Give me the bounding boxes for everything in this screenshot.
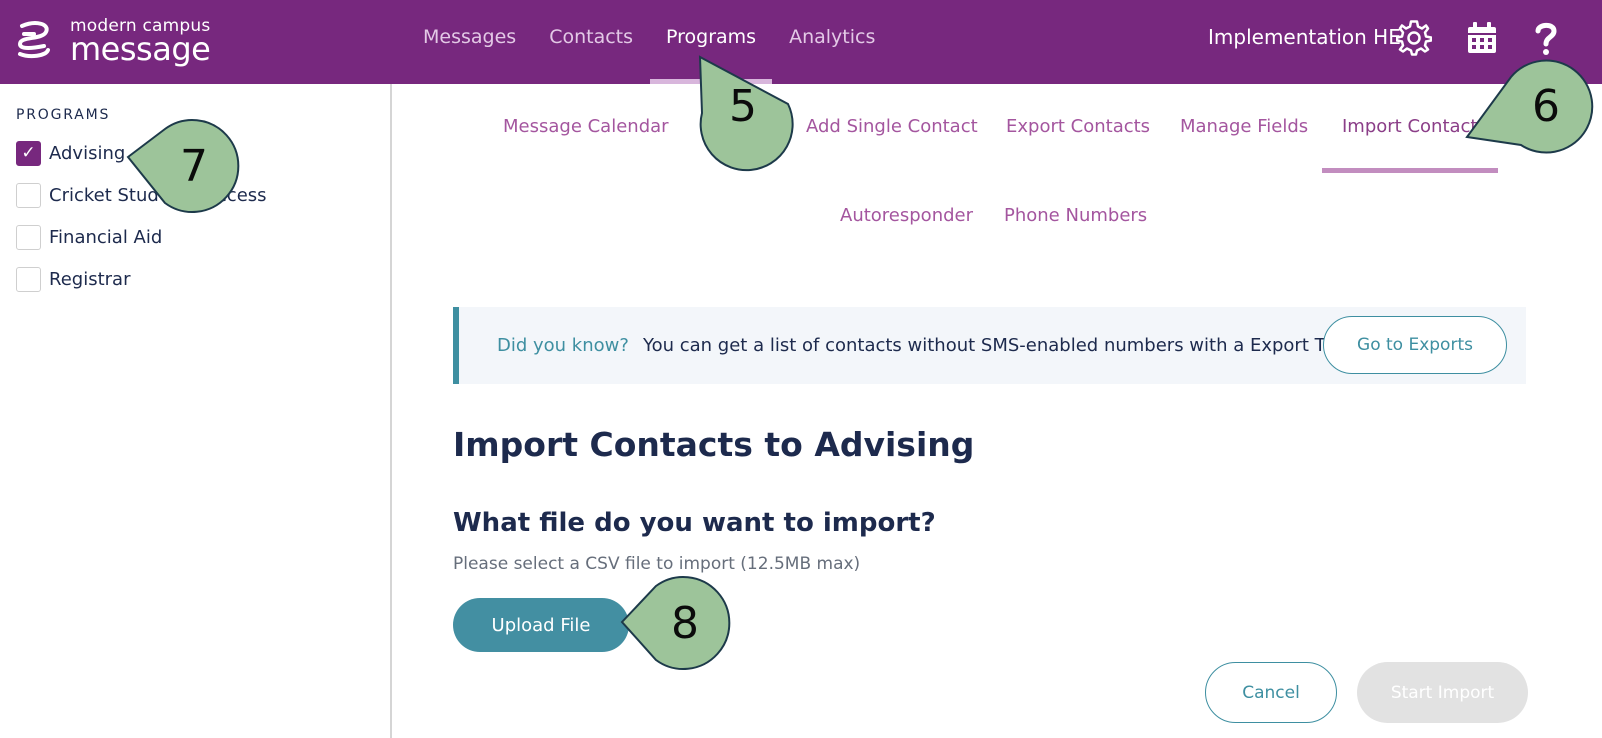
callout-8: 8 xyxy=(620,574,734,672)
nav-analytics[interactable]: Analytics xyxy=(789,0,875,84)
registrar-checkbox[interactable] xyxy=(16,266,41,292)
logo-wordmark: modern campus message xyxy=(70,17,211,68)
go-to-exports-button[interactable]: Go to Exports xyxy=(1323,316,1507,374)
banner-question: Did you know? xyxy=(497,335,629,356)
callout-number: 7 xyxy=(180,140,208,192)
tab-autoresponder[interactable]: Autoresponder xyxy=(840,205,973,226)
tab-manage-fields[interactable]: Manage Fields xyxy=(1180,116,1308,137)
sidebar-item-advising[interactable]: ✓ Advising xyxy=(16,140,125,166)
banner-text: You can get a list of contacts without S… xyxy=(643,335,1356,356)
callout-5: 5 xyxy=(694,55,794,172)
advising-checkbox[interactable]: ✓ xyxy=(16,140,41,166)
nav-contacts[interactable]: Contacts xyxy=(549,0,633,84)
did-you-know-banner: Did you know? You can get a list of cont… xyxy=(453,307,1526,384)
gear-icon[interactable] xyxy=(1396,20,1432,56)
callout-6: 6 xyxy=(1465,57,1595,155)
upload-file-button[interactable]: Upload File xyxy=(453,598,629,652)
main-nav: Messages Contacts Programs Analytics xyxy=(423,0,908,84)
logo-bottom-text: message xyxy=(70,29,211,68)
page-title: Import Contacts to Advising xyxy=(453,425,975,464)
sidebar-title: PROGRAMS xyxy=(16,107,111,123)
logo-mark-icon xyxy=(17,21,50,59)
sidebar-item-financial-aid[interactable]: Financial Aid xyxy=(16,224,162,250)
tab-export-contacts[interactable]: Export Contacts xyxy=(1006,116,1150,137)
file-hint: Please select a CSV file to import (12.5… xyxy=(453,554,861,574)
callout-7: 7 xyxy=(126,117,243,215)
top-navigation-bar: modern campus message Messages Contacts … xyxy=(0,0,1602,84)
sidebar-item-registrar[interactable]: Registrar xyxy=(16,266,130,292)
tab-message-calendar[interactable]: Message Calendar xyxy=(503,116,669,137)
sidebar-item-label: Financial Aid xyxy=(49,226,163,248)
active-tab-indicator xyxy=(1322,168,1498,173)
calendar-icon[interactable] xyxy=(1464,20,1500,56)
start-import-button[interactable]: Start Import xyxy=(1357,662,1528,723)
sidebar-item-label: Advising xyxy=(49,142,126,164)
callout-number: 6 xyxy=(1532,80,1560,132)
cricket-student-success-checkbox[interactable] xyxy=(16,182,41,208)
tab-import-contacts[interactable]: Import Contacts xyxy=(1342,116,1487,137)
app-logo[interactable]: modern campus message xyxy=(14,16,211,68)
callout-number: 5 xyxy=(729,80,757,132)
tab-phone-numbers[interactable]: Phone Numbers xyxy=(1004,205,1147,226)
sidebar-item-label: Registrar xyxy=(49,268,131,290)
tenant-name[interactable]: Implementation HE xyxy=(1208,0,1401,75)
cancel-button[interactable]: Cancel xyxy=(1205,662,1337,723)
section-heading: What file do you want to import? xyxy=(453,508,936,538)
tab-add-single-contact[interactable]: Add Single Contact xyxy=(806,116,978,137)
nav-messages[interactable]: Messages xyxy=(423,0,516,84)
callout-number: 8 xyxy=(671,597,699,649)
help-icon[interactable] xyxy=(1528,20,1564,56)
financial-aid-checkbox[interactable] xyxy=(16,224,41,250)
